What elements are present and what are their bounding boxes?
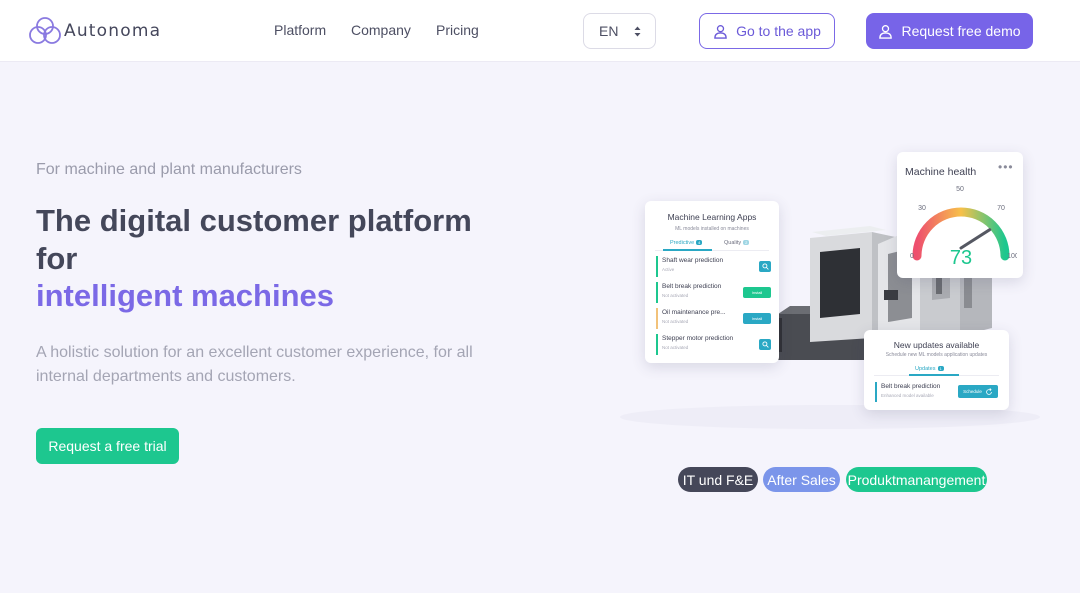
ml-row-name: Shaft wear prediction [662,257,724,264]
tab-updates[interactable]: Updates 1 [915,366,944,372]
hero-headline-accent: intelligent machines [36,278,335,313]
nav-company[interactable]: Company [351,22,411,38]
request-demo-button[interactable]: Request free demo [866,13,1033,49]
install-button[interactable]: Install [743,313,771,324]
user-icon [714,24,727,39]
gauge-tick-70: 70 [997,205,1005,212]
tab-predictive-label: Predictive [670,240,695,246]
ml-apps-card: Machine Learning Apps ML models installe… [645,201,779,363]
ml-card-title: Machine Learning Apps [667,212,757,222]
gauge-tick-0: 0 [910,253,914,260]
tab-quality-count: 2 [743,240,750,245]
install-button[interactable]: Install [743,287,771,298]
gauge-tick-30: 30 [918,205,926,212]
site-header: Autonoma Platform Company Pricing EN Go … [0,0,1080,62]
tab-active-indicator [663,249,712,251]
nav-platform[interactable]: Platform [274,22,326,38]
gauge-tick-50: 50 [956,186,964,193]
nav-pricing[interactable]: Pricing [436,22,479,38]
ml-row-oil: Oil maintenance pre... Not activated Ins… [656,308,771,329]
tag-it-fe[interactable]: IT und F&E [678,467,758,492]
hero-lead: A holistic solution for an excellent cus… [36,344,473,385]
tab-active-indicator [909,374,959,376]
select-arrows-icon [634,26,641,37]
language-select[interactable]: EN [583,13,656,49]
health-gauge: 50 30 70 0 100 73 [910,186,1017,269]
ml-row-belt: Belt break prediction Not activated Inst… [656,282,771,303]
machine-health-title: Machine health [905,166,977,178]
language-value: EN [599,23,619,39]
tab-predictive[interactable]: Predictive 4 [670,240,703,246]
ml-row-shaft: Shaft wear prediction Active [656,256,771,277]
brand-name: Autonoma [64,21,162,41]
go-to-app-button[interactable]: Go to the app [699,13,835,49]
tab-updates-count: 1 [937,366,944,371]
hero-headline: The digital customer platform for [36,203,472,276]
gauge-value: 73 [950,247,972,269]
ml-card-subtitle: ML models installed on machines [675,226,749,232]
tag-after-sales[interactable]: After Sales [763,467,840,492]
schedule-button[interactable]: Schedule [958,385,998,398]
tab-predictive-count: 4 [696,240,703,245]
refresh-icon [986,387,992,395]
brand-logo[interactable]: Autonoma [28,15,161,47]
update-row: Belt break prediction Enhanced model ava… [875,382,998,402]
gauge-needle [959,228,992,250]
ml-row-status: Not activated [662,345,689,350]
tab-updates-label: Updates [915,366,936,372]
tag-product-management[interactable]: Produktmanangement [846,467,987,492]
search-icon[interactable] [759,261,771,272]
search-icon[interactable] [759,339,771,350]
ml-row-name: Stepper motor prediction [662,335,734,342]
updates-card: New updates available Schedule new ML mo… [864,330,1009,410]
hero-eyebrow: For machine and plant manufacturers [36,161,302,178]
more-options-icon[interactable]: ••• [998,160,1014,174]
go-to-app-label: Go to the app [736,23,821,39]
schedule-label: Schedule [963,389,982,394]
updates-subtitle: Schedule new ML models application updat… [885,352,988,358]
gauge-tick-100: 100 [1007,253,1017,260]
request-trial-button[interactable]: Request a free trial [36,428,179,464]
ml-row-stepper: Stepper motor prediction Not activated [656,334,771,355]
tab-quality-label: Quality [724,240,742,246]
cloud-logo-icon [29,17,61,44]
tab-quality[interactable]: Quality 2 [724,240,750,246]
ml-row-status: Active [662,267,675,272]
user-icon [879,24,893,39]
updates-title: New updates available [893,340,980,350]
request-demo-label: Request free demo [901,23,1021,39]
